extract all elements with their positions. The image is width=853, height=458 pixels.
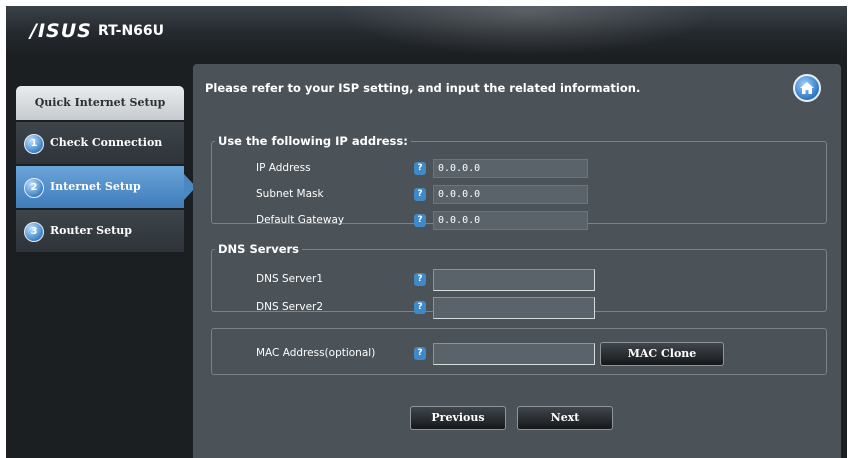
main-panel: Please refer to your ISP setting, and in… (193, 64, 841, 458)
sidebar-item-check-connection[interactable]: 1 Check Connection (16, 122, 184, 164)
previous-button[interactable]: Previous (410, 406, 506, 430)
sidebar-item-router-setup[interactable]: 3 Router Setup (16, 210, 184, 252)
sidebar-item-label: Router Setup (50, 224, 132, 237)
ip-address-section: Use the following IP address: IP Address… (211, 134, 827, 230)
help-icon[interactable]: ? (414, 273, 426, 286)
dns-server2-input[interactable] (433, 297, 595, 319)
header-gloss (336, 6, 716, 56)
sidebar-title: Quick Internet Setup (16, 86, 184, 120)
default-gateway-label: Default Gateway (256, 214, 345, 226)
dns-server1-row: DNS Server1 ? (212, 269, 826, 291)
mac-address-label: MAC Address(optional) (256, 347, 376, 359)
step-2-icon: 2 (24, 178, 44, 198)
subnet-mask-label: Subnet Mask (256, 188, 324, 200)
help-icon[interactable]: ? (414, 188, 426, 201)
ip-section-legend: Use the following IP address: (218, 134, 408, 148)
mac-address-row: MAC Address(optional) ? MAC Clone (212, 342, 826, 366)
model-name: RT-N66U (98, 23, 165, 39)
asus-logo: /ISUS (30, 20, 92, 42)
help-icon[interactable]: ? (414, 301, 426, 314)
sidebar-item-label: Internet Setup (50, 180, 141, 193)
router-window: /ISUS RT-N66U Quick Internet Setup 1 Che… (6, 6, 847, 458)
home-button[interactable] (793, 74, 821, 102)
sidebar-item-label: Check Connection (50, 136, 163, 149)
ip-address-row: IP Address ? 0.0.0.0 (212, 159, 826, 179)
dns-servers-section: DNS Servers DNS Server1 ? DNS Server2 ? (211, 242, 827, 319)
default-gateway-row: Default Gateway ? 0.0.0.0 (212, 211, 826, 231)
dns-server2-row: DNS Server2 ? (212, 297, 826, 319)
ip-address-field[interactable]: 0.0.0.0 (433, 159, 588, 178)
ip-address-label: IP Address (256, 162, 311, 174)
help-icon[interactable]: ? (414, 162, 426, 175)
subnet-mask-field[interactable]: 0.0.0.0 (433, 185, 588, 204)
sidebar-item-internet-setup[interactable]: 2 Internet Setup (16, 166, 196, 208)
step-1-icon: 1 (24, 134, 44, 154)
mac-clone-button[interactable]: MAC Clone (600, 342, 724, 366)
dns-section-legend: DNS Servers (218, 242, 300, 256)
dns-server2-label: DNS Server2 (256, 301, 324, 313)
mac-address-input[interactable] (433, 343, 595, 365)
header-bar: /ISUS RT-N66U (6, 6, 847, 56)
instruction-text: Please refer to your ISP setting, and in… (205, 81, 641, 95)
dns-server1-input[interactable] (433, 269, 595, 291)
help-icon[interactable]: ? (414, 347, 426, 360)
sidebar: Quick Internet Setup 1 Check Connection … (16, 86, 196, 252)
subnet-mask-row: Subnet Mask ? 0.0.0.0 (212, 185, 826, 205)
next-button[interactable]: Next (517, 406, 613, 430)
step-3-icon: 3 (24, 222, 44, 242)
mac-address-section: MAC Address(optional) ? MAC Clone (211, 328, 827, 375)
dns-server1-label: DNS Server1 (256, 273, 324, 285)
help-icon[interactable]: ? (414, 214, 426, 227)
default-gateway-field[interactable]: 0.0.0.0 (433, 211, 588, 230)
home-icon (800, 82, 814, 94)
